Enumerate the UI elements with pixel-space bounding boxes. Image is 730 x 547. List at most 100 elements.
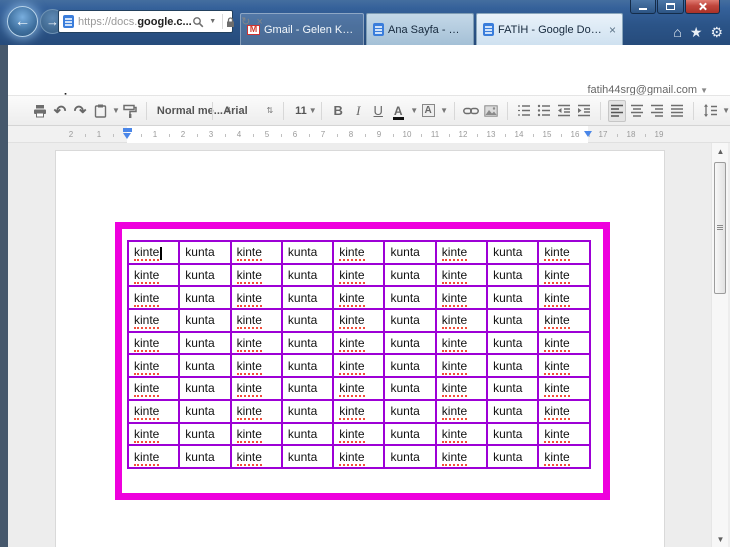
- right-indent-marker[interactable]: [584, 131, 592, 137]
- table-outer-border[interactable]: kinte kunta kinte kunta kinte kunta kinte kunta…: [115, 222, 610, 500]
- scroll-up-arrow[interactable]: ▲: [712, 147, 729, 156]
- table-cell[interactable]: kunta: [178, 262, 232, 288]
- table-cell[interactable]: kunta: [383, 421, 437, 447]
- table-cell[interactable]: kunta: [486, 240, 540, 265]
- table-cell[interactable]: kinte: [332, 376, 386, 401]
- paste-format-button[interactable]: [91, 100, 109, 122]
- search-icon[interactable]: [192, 16, 206, 28]
- table-cell[interactable]: kinte: [434, 421, 489, 447]
- table-cell[interactable]: kunta: [280, 353, 335, 379]
- table-cell[interactable]: kunta: [280, 398, 335, 424]
- chevron-down-icon[interactable]: ▼: [722, 106, 730, 115]
- table-cell[interactable]: kunta: [486, 398, 540, 424]
- align-left-button[interactable]: [608, 99, 627, 122]
- table-cell[interactable]: kinte: [332, 330, 386, 356]
- table-cell[interactable]: kunta: [178, 421, 232, 447]
- close-window-button[interactable]: [685, 0, 720, 14]
- table-cell[interactable]: kunta: [280, 262, 335, 288]
- font-family-dropdown[interactable]: Arial ⇅: [220, 100, 276, 122]
- table-cell[interactable]: kinte: [229, 330, 283, 356]
- table-cell[interactable]: kunta: [280, 240, 335, 265]
- table-cell[interactable]: kinte: [332, 308, 386, 333]
- redo-button[interactable]: ↷: [71, 100, 89, 122]
- table-cell[interactable]: kunta: [178, 285, 232, 311]
- maximize-button[interactable]: [657, 0, 684, 14]
- table-cell[interactable]: kinte: [537, 330, 591, 356]
- table-cell[interactable]: kinte: [229, 240, 283, 265]
- table-cell[interactable]: kinte: [332, 421, 386, 447]
- table-cell[interactable]: kinte: [229, 262, 283, 288]
- highlight-color-button[interactable]: A: [421, 104, 435, 117]
- table-cell[interactable]: kinte: [229, 398, 283, 424]
- font-size-dropdown[interactable]: 11 ▼: [291, 100, 317, 122]
- table-cell[interactable]: kunta: [486, 421, 540, 447]
- table-cell[interactable]: kunta: [280, 330, 335, 356]
- bold-button[interactable]: B: [329, 100, 347, 122]
- chevron-down-icon[interactable]: ▼: [206, 18, 220, 25]
- table-cell[interactable]: kinte: [126, 285, 181, 311]
- table-cell[interactable]: kunta: [280, 376, 335, 401]
- address-bar[interactable]: https://docs. google.c... ▼ ↻ ×: [58, 10, 263, 33]
- table-cell[interactable]: kinte: [126, 308, 181, 333]
- table-cell[interactable]: kunta: [486, 376, 540, 401]
- table-cell[interactable]: kunta: [383, 353, 437, 379]
- table-cell[interactable]: kinte: [434, 330, 489, 356]
- minimize-button[interactable]: [630, 0, 656, 14]
- table-cell[interactable]: kinte: [332, 444, 386, 469]
- table-cell[interactable]: kunta: [486, 444, 540, 469]
- table-cell[interactable]: kinte: [229, 444, 283, 469]
- table-cell[interactable]: kunta: [486, 262, 540, 288]
- numbered-list-button[interactable]: [515, 100, 533, 122]
- table-cell[interactable]: kinte: [126, 262, 181, 288]
- table-cell[interactable]: kunta: [178, 240, 232, 265]
- table-cell[interactable]: kunta: [486, 330, 540, 356]
- table-cell[interactable]: kunta: [486, 308, 540, 333]
- table-cell[interactable]: kinte: [229, 308, 283, 333]
- insert-link-button[interactable]: [462, 100, 480, 122]
- table-cell[interactable]: kinte: [537, 240, 591, 265]
- table-cell[interactable]: kinte: [537, 285, 591, 311]
- table-cell[interactable]: kunta: [178, 308, 232, 333]
- table-cell[interactable]: kunta: [280, 444, 335, 469]
- table-cell[interactable]: kunta: [383, 262, 437, 288]
- justify-button[interactable]: [668, 100, 686, 122]
- table-cell[interactable]: kinte: [229, 353, 283, 379]
- table-cell[interactable]: kunta: [280, 285, 335, 311]
- line-spacing-button[interactable]: [701, 100, 719, 122]
- table-cell[interactable]: kinte: [537, 308, 591, 333]
- table-cell[interactable]: kunta: [383, 330, 437, 356]
- home-icon[interactable]: ⌂: [673, 24, 681, 41]
- table-cell[interactable]: kinte: [126, 376, 181, 401]
- table-cell[interactable]: kunta: [486, 285, 540, 311]
- table-cell[interactable]: kunta: [383, 308, 437, 333]
- chevron-down-icon[interactable]: ▼: [112, 106, 120, 115]
- table-cell[interactable]: kinte: [332, 353, 386, 379]
- table-cell[interactable]: kunta: [178, 398, 232, 424]
- table-cell[interactable]: kinte: [537, 444, 591, 469]
- underline-button[interactable]: U: [369, 100, 387, 122]
- undo-button[interactable]: ↶: [51, 100, 69, 122]
- table-cell[interactable]: kinte: [537, 421, 591, 447]
- table-cell[interactable]: kunta: [383, 240, 437, 265]
- table-cell[interactable]: kunta: [280, 421, 335, 447]
- table-cell[interactable]: kinte: [434, 444, 489, 469]
- chevron-down-icon[interactable]: ▼: [440, 106, 448, 115]
- table-cell[interactable]: kinte: [126, 330, 181, 356]
- tab-fatih-active[interactable]: FATİH - Google Doküma... ×: [476, 13, 623, 45]
- table-cell[interactable]: kunta: [486, 353, 540, 379]
- table-cell[interactable]: kinte: [332, 240, 386, 265]
- paint-format-button[interactable]: [121, 100, 139, 122]
- table-cell[interactable]: kinte: [537, 398, 591, 424]
- table-cell[interactable]: kinte: [434, 353, 489, 379]
- italic-button[interactable]: I: [349, 100, 367, 122]
- tab-docs-home[interactable]: Ana Sayfa - Google Doküm...: [366, 13, 474, 45]
- vertical-scrollbar[interactable]: ▲ ▼: [711, 143, 728, 547]
- settings-gear-icon[interactable]: ⚙: [710, 24, 723, 41]
- tab-gmail[interactable]: M Gmail - Gelen Kutusu (5) - f...: [240, 13, 364, 45]
- table-cell[interactable]: kinte: [332, 262, 386, 288]
- scroll-down-arrow[interactable]: ▼: [712, 535, 729, 544]
- table-cell[interactable]: kunta: [383, 444, 437, 469]
- table-cell[interactable]: kinte: [537, 262, 591, 288]
- table-cell[interactable]: kinte: [126, 353, 181, 379]
- table-cell[interactable]: kunta: [383, 376, 437, 401]
